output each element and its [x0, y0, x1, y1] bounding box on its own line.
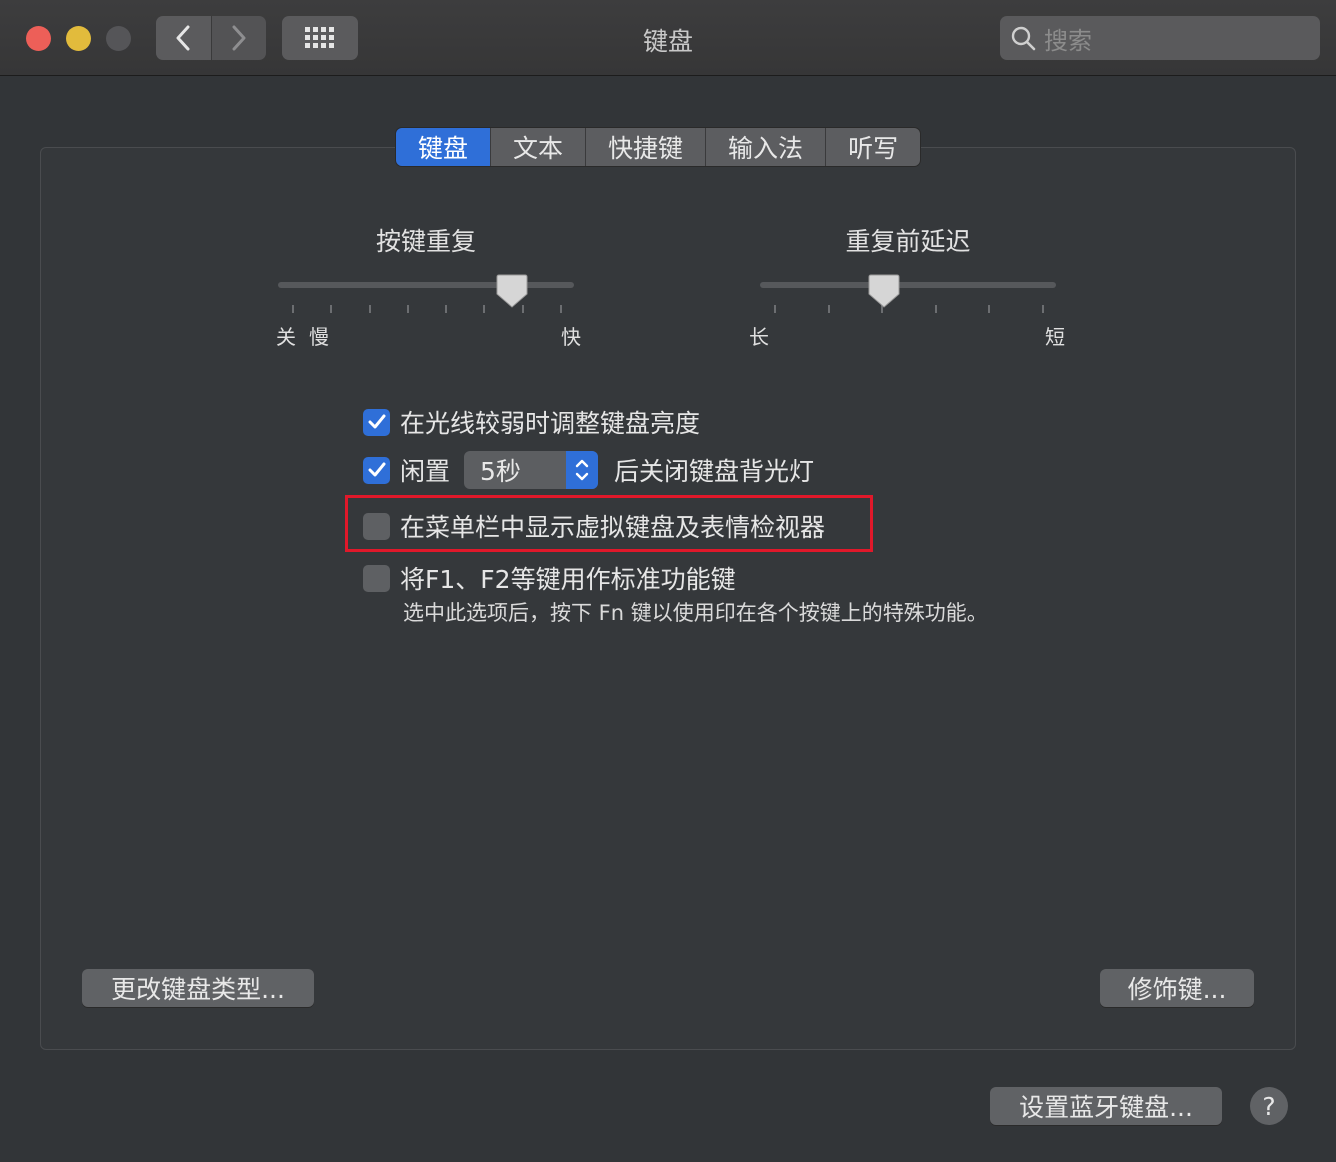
fn-keys-row: 将F1、F2等键用作标准功能键: [363, 560, 736, 596]
slider-tick: [292, 305, 294, 313]
key-repeat-slow-label: 慢: [309, 325, 329, 349]
slider-tick: [560, 305, 562, 313]
slider-tick: [330, 305, 333, 313]
modifier-keys-button[interactable]: 修饰键...: [1100, 969, 1254, 1007]
popup-stepper: [566, 451, 599, 489]
key-repeat-track[interactable]: [278, 282, 574, 288]
checkmark-icon: [368, 414, 385, 429]
delay-long-label: 长: [749, 325, 769, 349]
slider-tick: [483, 305, 486, 313]
tab-text[interactable]: 文本: [491, 128, 587, 166]
key-repeat-fast-label: 快: [561, 325, 581, 349]
key-repeat-title: 按键重复: [375, 227, 476, 256]
tab-dictation[interactable]: 听写: [826, 128, 921, 166]
delay-track[interactable]: [760, 282, 1056, 288]
key-repeat-off-label: 关: [276, 325, 296, 349]
tab-keyboard[interactable]: 键盘: [396, 128, 492, 166]
adjust-brightness-row: 在光线较弱时调整键盘亮度: [363, 404, 700, 440]
idle-prefix-label: 闲置: [400, 457, 451, 486]
delay-title: 重复前延迟: [845, 227, 971, 256]
adjust-brightness-label: 在光线较弱时调整键盘亮度: [400, 409, 701, 438]
idle-time-popup[interactable]: 5秒: [464, 451, 599, 489]
search-field[interactable]: 搜索: [1000, 16, 1320, 60]
slider-tick: [934, 305, 937, 313]
tab-shortcuts[interactable]: 快捷键: [586, 128, 707, 166]
search-icon: [1011, 26, 1036, 51]
idle-time-value: 5秒: [480, 457, 521, 486]
setup-bluetooth-keyboard-button[interactable]: 设置蓝牙键盘...: [990, 1087, 1222, 1125]
key-repeat-slider-thumb[interactable]: [496, 274, 528, 308]
fn-keys-checkbox[interactable]: [363, 564, 390, 592]
highlight-box: [345, 495, 873, 552]
adjust-brightness-checkbox[interactable]: [363, 408, 390, 436]
delay-short-label: 短: [1045, 325, 1065, 349]
change-keyboard-type-button[interactable]: 更改键盘类型...: [82, 969, 314, 1007]
slider-tick: [368, 305, 371, 313]
slider-tick: [988, 305, 991, 313]
slider-tick: [827, 305, 830, 313]
idle-backlight-checkbox[interactable]: [363, 456, 390, 484]
tab-input-sources[interactable]: 输入法: [706, 128, 827, 166]
idle-suffix-label: 后关闭键盘背光灯: [614, 457, 815, 486]
search-placeholder: 搜索: [1044, 26, 1092, 55]
fn-keys-label: 将F1、F2等键用作标准功能键: [400, 565, 736, 594]
idle-row: 闲置 5秒 后关闭键盘背光灯: [363, 451, 814, 489]
help-button[interactable]: ?: [1250, 1087, 1288, 1125]
slider-tick: [774, 305, 776, 313]
delay-slider-thumb[interactable]: [868, 274, 900, 308]
slider-tick: [406, 305, 409, 313]
slider-tick: [1042, 305, 1044, 313]
fn-keys-description: 选中此选项后，按下 Fn 键以使用印在各个按键上的特殊功能。: [403, 601, 988, 625]
title-bar: 键盘 搜索: [0, 0, 1336, 76]
checkmark-icon: [368, 462, 385, 477]
slider-tick: [445, 305, 448, 313]
up-down-chevron-icon: [575, 459, 589, 481]
tab-bar: 键盘 文本 快捷键 输入法 听写: [396, 128, 921, 166]
